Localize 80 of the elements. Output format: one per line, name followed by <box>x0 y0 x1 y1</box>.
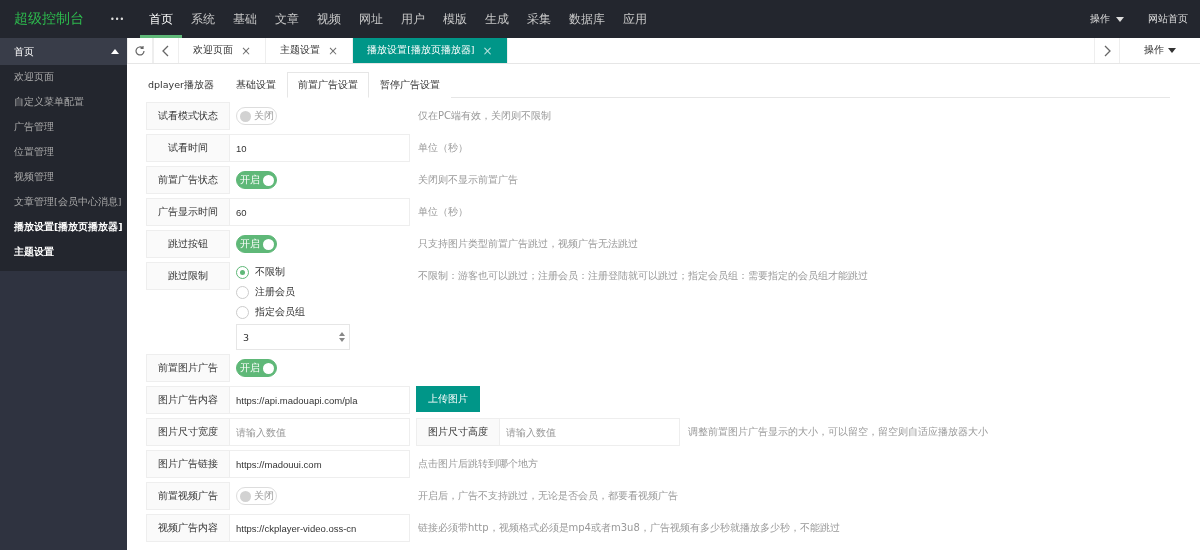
upload-button[interactable]: 上传图片 <box>416 386 480 412</box>
radio-label: 注册会员 <box>255 285 295 299</box>
nav-tab[interactable]: 生成 <box>476 0 518 38</box>
nav-tab[interactable]: 模版 <box>434 0 476 38</box>
field-hint: 仅在PC端有效，关闭则不限制 <box>417 109 551 123</box>
app-logo: 超级控制台 <box>13 9 85 28</box>
field-hint: 单位（秒） <box>417 141 468 155</box>
nav-tab[interactable]: 基础 <box>224 0 266 38</box>
radio-option[interactable]: 注册会员 <box>236 282 410 302</box>
radio-option[interactable]: 指定会员组 <box>236 302 410 322</box>
field-label: 视频广告内容 <box>146 514 230 542</box>
nav-tab[interactable]: 数据库 <box>560 0 614 38</box>
field-hint: 单位（秒） <box>417 205 468 219</box>
field-label: 图片尺寸宽度 <box>146 418 230 446</box>
page-tab-title: 欢迎页面 <box>193 44 233 57</box>
chevron-left-icon <box>162 44 170 57</box>
number-field[interactable]: 请输入数值 <box>230 418 410 446</box>
text-field[interactable]: 10 <box>230 134 410 162</box>
sidebar-item[interactable]: 欢迎页面 <box>0 65 127 90</box>
caret-icon <box>1116 16 1124 22</box>
site-home-link[interactable]: 网站首页 <box>1136 0 1200 38</box>
chevron-right-icon <box>1103 44 1111 57</box>
field-hint: 只支持图片类型前置广告跳过，视频广告无法跳过 <box>417 237 638 251</box>
sidebar-item[interactable]: 文章管理[会员中心消息] <box>0 190 127 215</box>
field-label: 图片广告内容 <box>146 386 230 414</box>
field-hint: 开启后，广告不支持跳过，无论是否会员，都要看视频广告 <box>417 489 678 503</box>
sidebar-item[interactable]: 自定义菜单配置 <box>0 90 127 115</box>
sidebar-item[interactable]: 位置管理 <box>0 140 127 165</box>
sidebar-group-title: 首页 <box>14 44 34 59</box>
field-label: 图片尺寸高度 <box>416 418 500 446</box>
close-icon[interactable]: × <box>241 43 252 58</box>
sidebar-item[interactable]: 视频管理 <box>0 165 127 190</box>
field-hint: 调整前置图片广告显示的大小，可以留空，留空则自适应播放器大小 <box>687 425 988 439</box>
settings-tab[interactable]: 前置广告设置 <box>286 72 369 98</box>
nav-tab[interactable]: 用户 <box>392 0 434 38</box>
actions-menu[interactable]: 操作 <box>1078 0 1136 38</box>
text-field[interactable]: https://madouui.com <box>230 450 410 478</box>
forward-button[interactable] <box>1094 38 1120 63</box>
sidebar-item[interactable]: 主题设置 <box>0 240 127 265</box>
nav-tab[interactable]: 采集 <box>518 0 560 38</box>
refresh-icon <box>134 44 146 57</box>
sidebar-item[interactable]: 广告管理 <box>0 115 127 140</box>
more-menu[interactable]: ••• <box>110 0 140 38</box>
field-hint: 关闭则不显示前置广告 <box>417 173 518 187</box>
text-field[interactable]: https://api.madouapi.com/pla <box>230 386 410 414</box>
field-label: 试看时间 <box>146 134 230 162</box>
field-hint: 点击图片后跳转到哪个地方 <box>417 457 538 471</box>
field-label: 前置广告状态 <box>146 166 230 194</box>
nav-tab[interactable]: 系统 <box>182 0 224 38</box>
page-tab[interactable]: 播放设置[播放页播放器] × <box>353 38 508 63</box>
sidebar-item[interactable]: 播放设置[播放页播放器] <box>0 215 127 240</box>
field-hint: 不限制：游客也可以跳过；注册会员：注册登陆就可以跳过；指定会员组：需要指定的会员组才能跳过 <box>417 269 868 283</box>
close-icon[interactable]: × <box>328 43 339 58</box>
back-button[interactable] <box>153 38 179 63</box>
field-label: 图片广告链接 <box>146 450 230 478</box>
field-label: 广告显示时间 <box>146 198 230 226</box>
number-field[interactable]: 请输入数值 <box>500 418 680 446</box>
radio-label: 指定会员组 <box>255 305 305 319</box>
field-hint: 链接必须带http，视频格式必须是mp4或者m3u8，广告视频有多少秒就播放多少秒，不能跳过 <box>417 521 840 535</box>
stepper-arrows-icon <box>339 332 345 342</box>
nav-tab[interactable]: 应用 <box>614 0 656 38</box>
sidebar-group[interactable]: 首页 <box>0 38 127 65</box>
text-field[interactable]: 60 <box>230 198 410 226</box>
text-field[interactable]: https://ckplayer-video.oss-cn <box>230 514 410 542</box>
field-label: 前置视频广告 <box>146 482 230 510</box>
field-label: 跳过限制 <box>146 262 230 290</box>
tab-actions-menu[interactable]: 操作 <box>1120 38 1200 63</box>
caret-icon <box>1168 48 1176 53</box>
nav-tab[interactable]: 视频 <box>308 0 350 38</box>
page-tab-title: 播放设置[播放页播放器] <box>367 44 475 57</box>
nav-tab[interactable]: 网址 <box>350 0 392 38</box>
field-label: 试看模式状态 <box>146 102 230 130</box>
radio-label: 不限制 <box>255 265 285 279</box>
refresh-button[interactable] <box>127 38 153 63</box>
page-tab-title: 主题设置 <box>280 44 321 57</box>
nav-tab[interactable]: 文章 <box>266 0 308 38</box>
number-stepper[interactable]: 3 <box>236 324 350 350</box>
field-label: 前置图片广告 <box>146 354 230 382</box>
field-label: 跳过按钮 <box>146 230 230 258</box>
radio-option[interactable]: 不限制 <box>236 262 410 282</box>
